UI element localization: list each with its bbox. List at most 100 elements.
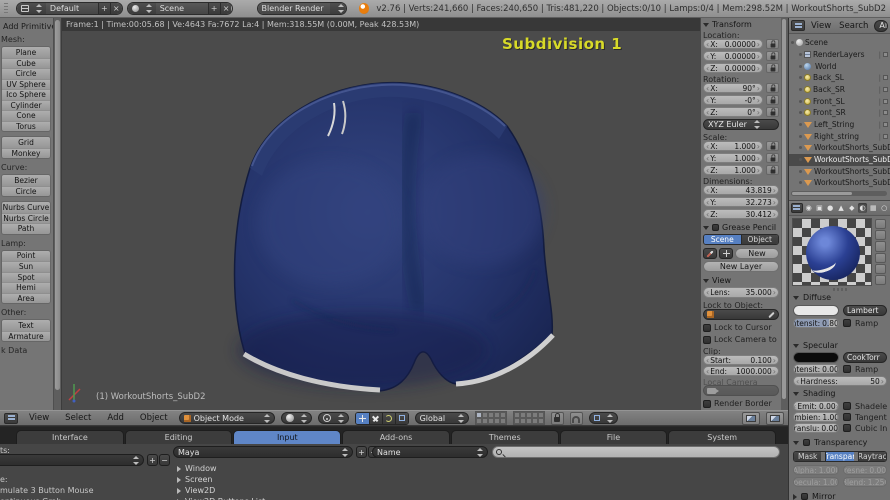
pivot-dropdown[interactable]	[318, 412, 349, 424]
outliner-row-subd2-active[interactable]: WorkoutShorts_SubD2|	[789, 154, 890, 166]
specular-shader-dropdown[interactable]: CookTorr	[843, 352, 887, 363]
hardness-slider[interactable]: Hardness:50	[793, 376, 887, 386]
local-camera-field[interactable]	[703, 385, 779, 396]
tab-themes[interactable]: Themes	[451, 430, 559, 444]
specular-alpha-field[interactable]: Specula:1.000	[793, 477, 839, 487]
rotation-x-field[interactable]: X:90°	[703, 83, 763, 93]
add-nurbs-curve-button[interactable]: Nurbs Curve	[2, 202, 50, 213]
manipulator-toggle-button[interactable]	[356, 413, 369, 424]
add-plane-button[interactable]: Plane	[2, 47, 50, 58]
lock-button[interactable]	[766, 51, 779, 61]
eyedropper-icon[interactable]	[768, 311, 774, 317]
keymap-preset-dropdown[interactable]: Maya	[173, 446, 353, 458]
tangent-shading-checkbox[interactable]	[843, 413, 851, 421]
tab-object[interactable]: Object	[741, 235, 779, 244]
mode-dropdown[interactable]: Object Mode	[179, 412, 275, 424]
tab-interface[interactable]: Interface	[16, 430, 124, 444]
transparency-panel-header[interactable]: Transparency	[793, 438, 887, 447]
preview-flat-icon[interactable]	[875, 219, 886, 229]
clip-start-field[interactable]: Start:0.100	[703, 355, 779, 365]
manipulator-scale-button[interactable]	[395, 413, 408, 424]
location-z-field[interactable]: Z:0.00000	[703, 63, 763, 73]
scrollbar-thumb[interactable]	[55, 20, 60, 390]
preview-sphere-icon[interactable]	[875, 230, 886, 240]
menu-object[interactable]: Object	[135, 413, 173, 423]
screen-layout-selector[interactable]: Default + ×	[16, 2, 123, 15]
emit-field[interactable]: Emit:0.00	[793, 401, 839, 411]
outliner-row-back-sr[interactable]: Back_SR|	[789, 84, 890, 96]
lock-button[interactable]	[766, 39, 779, 49]
scene-selector[interactable]: Scene + ×	[127, 2, 233, 15]
outliner-row-front-sl[interactable]: Front_SL|	[789, 96, 890, 108]
scrollbar-thumb[interactable]	[792, 192, 852, 195]
expand-icon[interactable]	[799, 181, 802, 184]
rotation-z-field[interactable]: Z:0°	[703, 107, 763, 117]
add-curve-circle-button[interactable]: Circle	[2, 186, 50, 197]
scale-x-field[interactable]: X:1.000	[703, 141, 763, 151]
add-monkey-button[interactable]: Monkey	[2, 148, 50, 159]
dimensions-z-field[interactable]: Z:30.412	[703, 209, 779, 219]
emulate-3-button-mouse-option[interactable]: mulate 3 Button Mouse	[0, 486, 94, 495]
add-torus-button[interactable]: Torus	[2, 121, 50, 132]
diffuse-color-swatch[interactable]	[793, 305, 839, 316]
outliner-scrollbar[interactable]	[791, 191, 887, 196]
keymap-tree-window[interactable]: Window	[177, 464, 217, 473]
tool-shelf-scrollbar[interactable]	[54, 18, 62, 410]
tab-scene[interactable]: Scene	[704, 235, 741, 244]
expand-icon[interactable]	[799, 76, 802, 79]
ambient-field[interactable]: Ambien:1.000	[793, 412, 839, 422]
npanel-scrollbar[interactable]	[781, 18, 788, 410]
lock-button[interactable]	[766, 83, 779, 93]
expand-icon[interactable]	[799, 100, 802, 103]
outliner-row-right-string[interactable]: Right_string|	[789, 131, 890, 143]
location-x-field[interactable]: X:0.00000	[703, 39, 763, 49]
preview-monkey-icon[interactable]	[875, 253, 886, 263]
add-grid-button[interactable]: Grid	[2, 137, 50, 148]
editor-outliner-icon[interactable]	[791, 20, 805, 31]
dimensions-y-field[interactable]: Y:32.273	[703, 197, 779, 207]
add-area-lamp-button[interactable]: Area	[2, 293, 50, 304]
keymap-search-input[interactable]	[492, 446, 780, 458]
expand-icon[interactable]	[799, 53, 802, 56]
layers-widget-2[interactable]	[513, 411, 545, 425]
lock-object-field[interactable]	[703, 309, 779, 320]
transparency-checkbox[interactable]	[803, 439, 810, 446]
outliner-menu-search[interactable]: Search	[837, 21, 870, 31]
add-sun-lamp-button[interactable]: Sun	[2, 261, 50, 272]
snap-button[interactable]	[570, 412, 583, 425]
scene-browse[interactable]	[128, 3, 156, 14]
viewport-3d[interactable]: Frame:1 | Time:00:05.68 | Ve:4643 Fa:767…	[62, 18, 700, 410]
tab-input[interactable]: Input	[233, 430, 341, 444]
add-nurbs-circle-button[interactable]: Nurbs Circle	[2, 213, 50, 224]
snap-element-dropdown[interactable]	[589, 412, 618, 424]
location-y-field[interactable]: Y:0.00000	[703, 51, 763, 61]
draw-pencil-button[interactable]	[703, 248, 717, 259]
material-preview[interactable]	[792, 218, 872, 286]
rotation-mode-dropdown[interactable]: XYZ Euler	[703, 119, 779, 130]
outliner-row-subd1[interactable]: WorkoutShorts_SubD1|	[789, 142, 890, 154]
clip-end-field[interactable]: End:1000.000	[703, 366, 779, 376]
view-panel-header[interactable]: View	[703, 276, 779, 285]
scale-z-field[interactable]: Z:1.000	[703, 165, 763, 175]
preview-cube-icon[interactable]	[875, 241, 886, 251]
lock-button[interactable]	[766, 63, 779, 73]
add-point-lamp-button[interactable]: Point	[2, 251, 50, 262]
render-border-checkbox[interactable]	[703, 400, 711, 408]
outliner-row-subd4[interactable]: WorkoutShorts_SubD4|	[789, 177, 890, 189]
expand-icon[interactable]	[799, 135, 802, 138]
diffuse-intensity-slider[interactable]: Intensit:0.800	[793, 318, 839, 328]
render-tab-icon[interactable]: ◉	[804, 203, 814, 213]
add-hemi-lamp-button[interactable]: Hemi	[2, 282, 50, 293]
remove-preset-button[interactable]: −	[159, 454, 170, 466]
tab-mask[interactable]: Mask	[794, 452, 821, 461]
add-preset-button[interactable]: +	[147, 454, 158, 466]
lock-button[interactable]	[766, 107, 779, 117]
fresnel-field[interactable]: Fresne:0.000	[843, 465, 887, 475]
keymap-tree-view2d[interactable]: View2D	[177, 486, 215, 495]
menu-view[interactable]: View	[24, 413, 54, 423]
mirror-checkbox[interactable]	[801, 493, 808, 500]
preview-world-icon[interactable]	[875, 275, 886, 285]
shading-panel-header[interactable]: Shading	[793, 389, 887, 398]
lock-button[interactable]	[766, 141, 779, 151]
expand-icon[interactable]	[799, 146, 802, 149]
